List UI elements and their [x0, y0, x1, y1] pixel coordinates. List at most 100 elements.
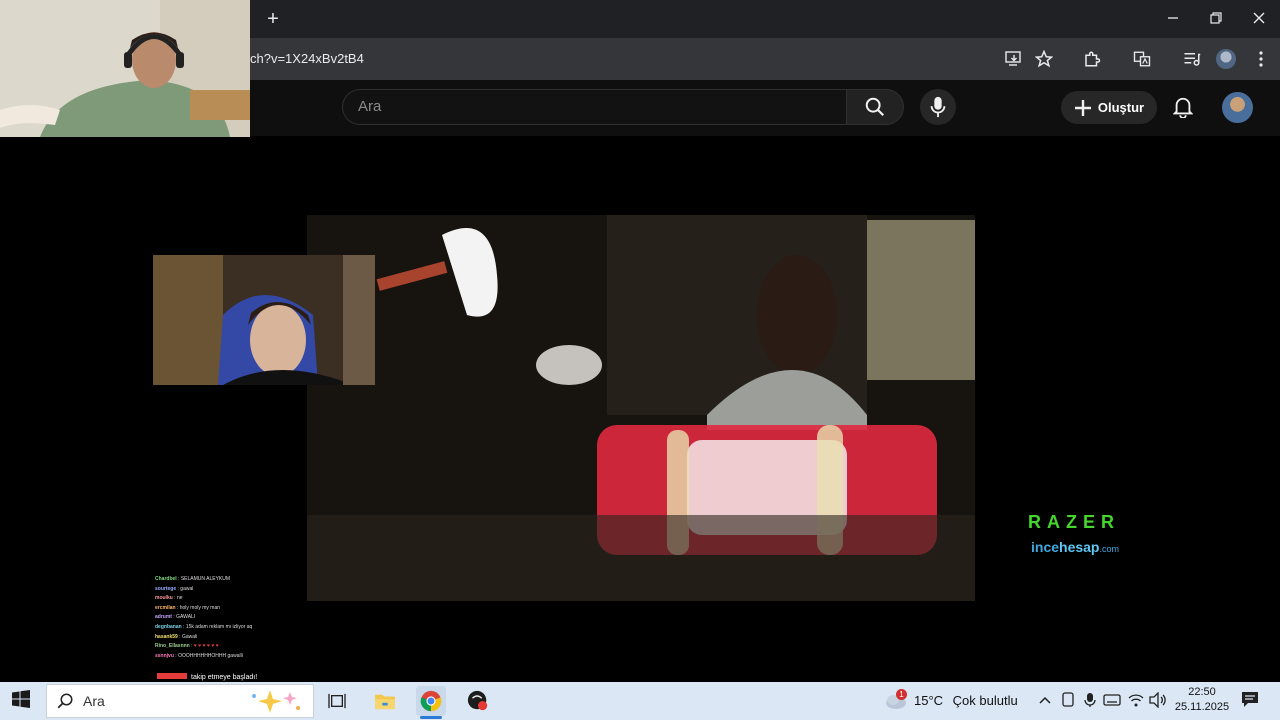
search-input[interactable]: Ara: [342, 89, 846, 125]
chat-message: adrumt : GAWALI: [155, 614, 196, 621]
task-view-button[interactable]: [322, 686, 352, 716]
close-button[interactable]: [1244, 6, 1274, 32]
star-icon: [1035, 50, 1053, 68]
microphone-icon: [930, 96, 946, 118]
chat-text: gawal: [180, 585, 194, 592]
incehesap-logo-part: ince: [1031, 539, 1060, 555]
chat-message: Chardbel : SELAMUN ALEYKUM: [155, 576, 231, 582]
weather-badge: 1: [896, 689, 907, 700]
incehesap-logo-part: .com: [1099, 544, 1119, 554]
clock-date: 25.11.2025: [1174, 701, 1230, 713]
search-icon: [865, 97, 885, 117]
plus-icon: [1074, 99, 1091, 116]
app-taskbar-button[interactable]: [463, 686, 493, 716]
bell-icon: [1173, 97, 1193, 118]
chat-text: ne: [176, 595, 183, 602]
file-explorer-button[interactable]: [370, 686, 400, 716]
search-button[interactable]: [846, 89, 904, 125]
puzzle-icon: [1085, 51, 1101, 67]
facecam-frame: [0, 0, 250, 137]
create-button[interactable]: Oluştur: [1061, 91, 1157, 124]
chat-text: SELAMUN ALEYKUM: [180, 576, 231, 582]
profile-button[interactable]: [1215, 48, 1237, 70]
restore-button[interactable]: [1201, 6, 1231, 32]
bookmark-button[interactable]: [1033, 48, 1055, 70]
chat-username: degnbanan: [155, 623, 182, 630]
speaker-icon: [1149, 691, 1166, 709]
facecam-overlay: [0, 0, 250, 137]
stream-chat: Chardbel : SELAMUN ALEYKUM sourtege : ga…: [155, 575, 305, 661]
chat-message: sourtege : gawal: [155, 585, 194, 592]
chat-text: holy moly my man: [179, 604, 221, 611]
usb-device-icon: [1062, 692, 1074, 707]
start-button[interactable]: [12, 690, 34, 712]
chat-message: Rino_Ellasnnn : ♥ ♥ ♥ ♥ ♥ ♥: [155, 643, 219, 650]
active-app-indicator: [420, 716, 442, 719]
chat-username: Rino_Ellasnnn: [155, 643, 190, 650]
chat-username: ercmilan: [155, 604, 176, 611]
follow-username-redacted: [157, 673, 187, 679]
notifications-button[interactable]: [1170, 94, 1196, 120]
chat-message: moulku : ne: [155, 595, 183, 602]
minimize-button[interactable]: [1158, 6, 1188, 32]
restore-icon: [1210, 12, 1222, 24]
taskbar-search-icon: [56, 692, 74, 715]
follow-alert: takip etmeye başladı!: [157, 673, 257, 681]
account-avatar[interactable]: [1222, 92, 1253, 123]
close-icon: [1253, 12, 1265, 24]
windows-logo-icon: [12, 690, 30, 708]
chat-username: adrumt: [155, 614, 172, 621]
network-button[interactable]: [1128, 692, 1144, 713]
notification-center-button[interactable]: [1240, 691, 1260, 714]
chat-username: ssnnjvu: [155, 652, 174, 659]
more-vert-icon: [1259, 51, 1263, 67]
media-controls-button[interactable]: [1181, 48, 1203, 70]
task-view-icon: [328, 693, 346, 709]
show-hidden-icons-button[interactable]: [1038, 693, 1052, 711]
tray-app-icon[interactable]: [1061, 692, 1075, 713]
address-bar-url: ch?v=1X24xBv2tB4: [250, 51, 364, 66]
chrome-taskbar-button[interactable]: [416, 686, 446, 716]
wifi-icon: [1128, 694, 1144, 707]
install-icon: [1005, 51, 1021, 66]
microphone-tray-button[interactable]: [1084, 692, 1096, 713]
language-button[interactable]: [1103, 693, 1121, 712]
streamer-webcam: [153, 255, 375, 385]
chat-text: Gawali: [181, 633, 198, 640]
folder-icon: [375, 694, 395, 710]
chat-username: sourtege: [155, 585, 177, 592]
install-app-button[interactable]: [1003, 48, 1025, 70]
taskbar-clock[interactable]: 22:50 25.11.2025: [1172, 685, 1232, 715]
volume-button[interactable]: [1149, 691, 1167, 713]
playlist-icon: [1184, 53, 1201, 66]
clock-time: 22:50: [1188, 686, 1216, 698]
follow-text: takip etmeye başladı!: [191, 674, 258, 681]
chat-message: ercmilan : holy moly my man: [155, 604, 221, 611]
translate-icon: [1133, 51, 1151, 67]
chat-username: hasank59: [155, 633, 178, 640]
incehesap-logo: incehesap.com: [1031, 539, 1119, 555]
incehesap-logo-part: hesap: [1059, 539, 1100, 555]
video-frame: [307, 215, 975, 601]
chat-text: ♥ ♥ ♥ ♥ ♥ ♥: [193, 643, 219, 650]
chevron-up-icon: [1039, 696, 1051, 704]
translate-button[interactable]: [1131, 48, 1153, 70]
microphone-tray-icon: [1084, 693, 1096, 707]
chat-text: 15k adam reklam mı izliyor aq: [185, 623, 253, 630]
new-tab-button[interactable]: +: [262, 8, 284, 30]
keyboard-icon: [1103, 694, 1121, 706]
chrome-menu-button[interactable]: [1250, 48, 1272, 70]
chat-message: degnbanan : 15k adam reklam mı izliyor a…: [155, 623, 253, 630]
create-button-label: Oluştur: [1097, 100, 1145, 115]
chat-message: ssnnjvu : OOOHHHHHHOHHH gawalli: [155, 652, 243, 659]
chat-text: OOOHHHHHHOHHH gawalli: [178, 652, 243, 659]
notification-icon: [1242, 692, 1258, 707]
extensions-button[interactable]: [1081, 48, 1103, 70]
minimize-icon: [1168, 17, 1178, 19]
weather-description: Çok bulutlu: [952, 693, 1018, 708]
voice-search-button[interactable]: [920, 89, 956, 125]
webcam-frame: [153, 255, 375, 385]
search-highlight-icon: [248, 688, 304, 719]
weather-widget[interactable]: 15°C Çok bulutlu: [914, 693, 1018, 708]
video-player[interactable]: [307, 215, 975, 601]
